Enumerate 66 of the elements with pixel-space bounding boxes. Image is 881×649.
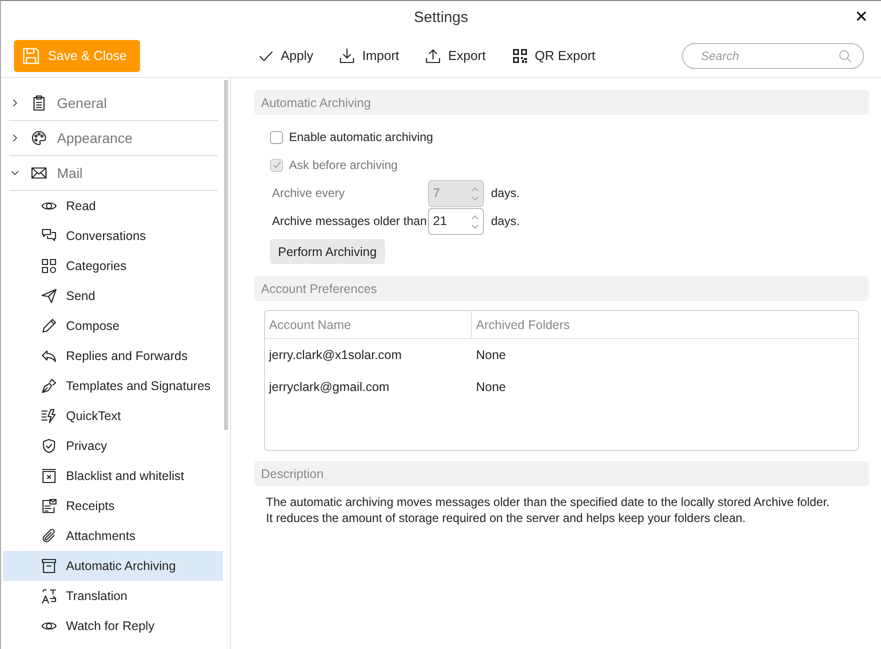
palette-icon bbox=[31, 130, 47, 146]
grid-icon bbox=[41, 258, 57, 274]
sidebar-item[interactable]: Conversations bbox=[3, 221, 223, 251]
toolbar-button[interactable]: QR Export bbox=[510, 46, 598, 66]
table-cell-text: None bbox=[475, 379, 506, 396]
unit-label: days. bbox=[491, 186, 520, 200]
table-cell-text: jerryclark@gmail.com bbox=[268, 379, 390, 396]
section-header: Description bbox=[254, 461, 869, 486]
qr-code-icon bbox=[512, 48, 528, 64]
unit-label: days. bbox=[491, 214, 520, 228]
toolbar-button[interactable]: Export bbox=[423, 46, 488, 66]
perform-archiving-button[interactable]: Perform Archiving bbox=[270, 239, 385, 264]
translate-icon bbox=[41, 588, 57, 604]
column-header: Archived Folders bbox=[475, 316, 570, 334]
lightning-lines-icon bbox=[41, 408, 57, 424]
checkbox[interactable] bbox=[270, 130, 283, 144]
sidebar-group[interactable]: General bbox=[9, 86, 218, 121]
pencil-icon bbox=[41, 318, 57, 334]
paper-plane-icon bbox=[41, 288, 57, 304]
sidebar-group[interactable]: Mail bbox=[9, 156, 218, 191]
toolbar-button[interactable]: Import bbox=[337, 46, 402, 66]
sidebar-item[interactable]: Receipts bbox=[3, 491, 223, 521]
close-button[interactable]: ✕ bbox=[852, 7, 871, 26]
sidebar-item[interactable]: Compose bbox=[3, 311, 223, 341]
table-cell-text: jerry.clark@x1solar.com bbox=[268, 347, 403, 364]
archive-box-icon bbox=[41, 558, 57, 574]
toolbar-button[interactable]: Apply bbox=[256, 46, 316, 66]
column-header: Account Name bbox=[265, 311, 472, 338]
box-x-icon bbox=[41, 468, 57, 484]
shield-check-icon bbox=[41, 438, 57, 454]
description-text: The automatic archiving moves messages older than the specified date to the locally stored Archive folder. bbox=[266, 494, 831, 510]
sidebar-item[interactable]: QuickText bbox=[3, 401, 223, 431]
sidebar-item[interactable]: Templates and Signatures bbox=[3, 371, 223, 401]
field-label: Archive messages older than bbox=[272, 214, 428, 228]
search-field[interactable]: Search bbox=[682, 42, 864, 68]
table-cell-text: None bbox=[475, 347, 506, 364]
number-spinner[interactable]: 21 bbox=[428, 208, 484, 234]
section-header: Account Preferences bbox=[254, 276, 869, 301]
sidebar-group[interactable]: Appearance bbox=[9, 121, 218, 156]
checkbox-label: Ask before archiving bbox=[289, 158, 398, 172]
reply-arrow-icon bbox=[41, 348, 57, 364]
envelope-icon bbox=[31, 165, 47, 181]
receipt-icon bbox=[41, 498, 57, 514]
sidebar-item[interactable]: Replies and Forwards bbox=[3, 341, 223, 371]
download-icon bbox=[339, 48, 356, 64]
sidebar-item[interactable]: Read bbox=[3, 191, 223, 221]
window-title: Settings bbox=[414, 9, 468, 26]
sidebar-item[interactable]: Attachments bbox=[3, 521, 223, 551]
chat-bubbles-icon bbox=[41, 228, 57, 244]
paperclip-icon bbox=[41, 528, 57, 544]
fountain-pen-icon bbox=[41, 378, 57, 394]
clipboard-icon bbox=[31, 95, 47, 111]
sidebar-item[interactable]: Translation bbox=[3, 581, 223, 611]
sidebar-item[interactable]: Blacklist and whitelist bbox=[3, 461, 223, 491]
section-header: Automatic Archiving bbox=[254, 90, 869, 115]
field-label: Archive every bbox=[272, 186, 346, 200]
sidebar-item[interactable]: Privacy bbox=[3, 431, 223, 461]
checkbox-label: Enable automatic archiving bbox=[289, 130, 434, 144]
description-text: It reduces the amount of storage required on the server and helps keep your folders clean. bbox=[266, 510, 747, 526]
search-icon bbox=[838, 48, 852, 62]
sidebar-item[interactable]: Automatic Archiving bbox=[3, 551, 223, 581]
sidebar-item[interactable]: Categories bbox=[3, 251, 223, 281]
sidebar-item[interactable]: Watch for Reply bbox=[3, 611, 223, 641]
upload-icon bbox=[425, 48, 442, 64]
scrollbar[interactable] bbox=[224, 80, 228, 430]
sidebar-item[interactable]: Send bbox=[3, 281, 223, 311]
